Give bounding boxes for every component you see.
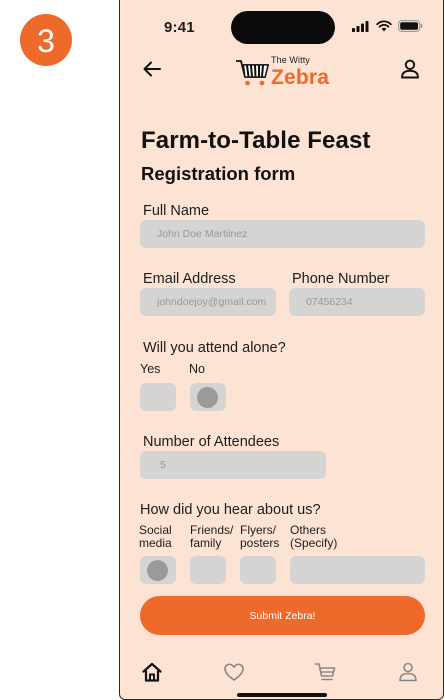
selected-radio-dot — [147, 560, 168, 581]
attendees-label: Number of Attendees — [143, 434, 280, 450]
page-subtitle: Registration form — [141, 163, 296, 184]
source-social-label: Social media — [139, 523, 172, 550]
status-icons — [352, 20, 423, 32]
wifi-icon — [376, 20, 392, 32]
phone-label: Phone Number — [292, 271, 390, 287]
phone-screen: 9:41 The Witty Zebra Farm-to-Table Feast… — [119, 0, 444, 700]
submit-button[interactable]: Submit Zebra! — [140, 596, 425, 635]
status-time: 9:41 — [164, 19, 195, 36]
account-icon[interactable] — [397, 661, 419, 683]
full-name-label: Full Name — [143, 203, 210, 219]
attend-yes-option[interactable] — [140, 383, 176, 411]
attend-no-option[interactable] — [190, 383, 226, 411]
cart-icon[interactable] — [314, 661, 336, 683]
profile-icon[interactable] — [400, 59, 420, 79]
brand-logo: The Witty Zebra — [235, 53, 335, 93]
home-indicator — [237, 693, 327, 697]
source-friends-label: Friends/ family — [190, 523, 234, 550]
attend-no-label: No — [189, 362, 205, 376]
brand-name: Zebra — [271, 66, 330, 89]
attend-alone-question: Will you attend alone? — [143, 340, 286, 356]
home-icon[interactable] — [141, 661, 163, 683]
source-friends-option[interactable] — [190, 556, 226, 584]
source-question: How did you hear about us? — [140, 502, 321, 518]
brand-tagline: The Witty — [271, 55, 310, 65]
zebra-cart-icon — [236, 60, 269, 86]
full-name-input[interactable]: John Doe Martiinez — [140, 220, 425, 248]
email-label: Email Address — [143, 271, 236, 287]
heart-icon[interactable] — [223, 661, 245, 683]
attendees-input[interactable]: 5 — [140, 451, 326, 479]
source-social-option[interactable] — [140, 556, 176, 584]
source-flyers-label: Flyers/ posters — [240, 523, 280, 550]
back-arrow-icon[interactable] — [142, 59, 162, 79]
source-flyers-option[interactable] — [240, 556, 276, 584]
phone-input[interactable]: 07456234 — [289, 288, 425, 316]
source-others-input[interactable] — [290, 556, 425, 584]
email-input[interactable]: johndoejoy@gmail.com — [140, 288, 276, 316]
source-others-label: Others (Specify) — [290, 523, 338, 550]
attend-yes-label: Yes — [140, 362, 161, 376]
battery-icon — [398, 20, 423, 32]
dynamic-island — [231, 11, 335, 44]
step-number-badge: 3 — [20, 14, 72, 66]
page-title: Farm-to-Table Feast — [141, 127, 371, 154]
selected-radio-dot — [197, 387, 218, 408]
step-number: 3 — [37, 22, 55, 59]
cellular-signal-icon — [352, 20, 369, 32]
